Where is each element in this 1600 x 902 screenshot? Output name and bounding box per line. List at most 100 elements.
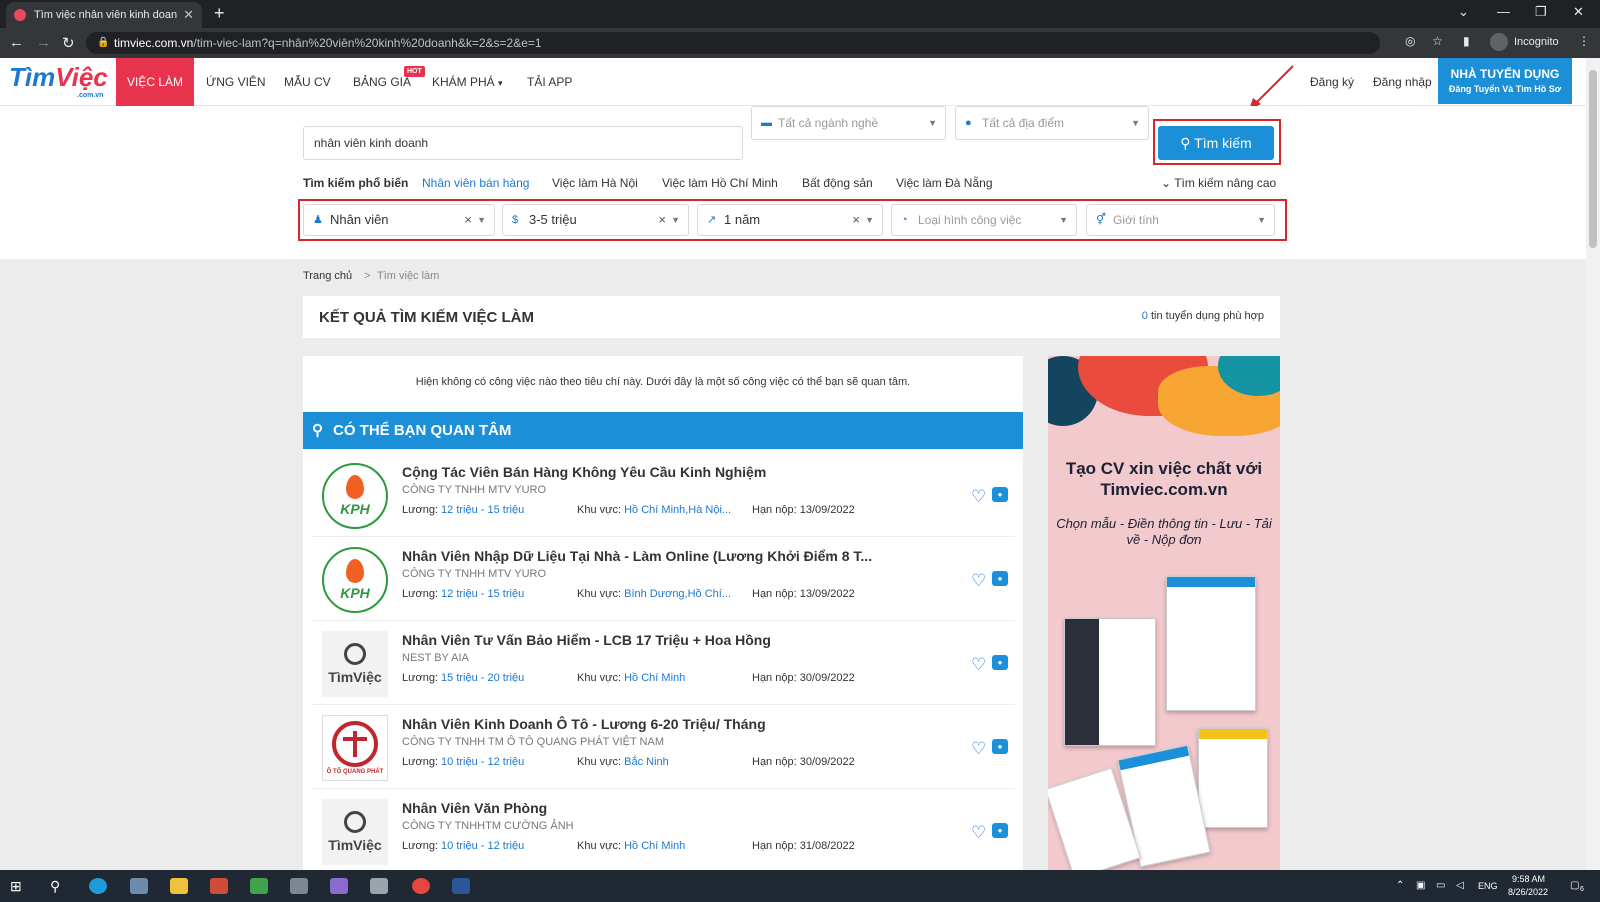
- job-title[interactable]: Nhân Viên Kinh Doanh Ô Tô - Lương 6-20 T…: [402, 716, 766, 732]
- clear-icon[interactable]: ×: [658, 205, 666, 235]
- job-title[interactable]: Cộng Tác Viên Bán Hàng Không Yêu Cầu Kin…: [402, 464, 766, 480]
- bookmark-star-icon[interactable]: ☆: [1432, 34, 1443, 48]
- chrome-icon[interactable]: [412, 878, 430, 894]
- notifications-icon[interactable]: ▢: [1570, 880, 1579, 891]
- nav-kham-pha[interactable]: KHÁM PHÁ ▾: [432, 58, 503, 106]
- restore-icon[interactable]: ❐: [1535, 4, 1547, 20]
- nav-viec-lam[interactable]: VIỆC LÀM: [116, 58, 194, 106]
- company-logo[interactable]: KPH: [322, 547, 388, 613]
- new-tab-icon[interactable]: +: [214, 3, 225, 24]
- job-title[interactable]: Nhân Viên Tư Vấn Bảo Hiểm - LCB 17 Triệu…: [402, 632, 771, 648]
- employer-button[interactable]: NHÀ TUYỂN DỤNG Đăng Tuyển Và Tìm Hồ Sơ: [1438, 58, 1572, 104]
- heart-icon[interactable]: ♡: [971, 823, 986, 843]
- heart-icon[interactable]: ♡: [971, 655, 986, 675]
- area-value: Hồ Chí Minh: [624, 672, 686, 684]
- chat-icon[interactable]: ●: [992, 487, 1008, 502]
- word-icon[interactable]: [452, 878, 470, 894]
- job-title[interactable]: Nhân Viên Văn Phòng: [402, 800, 547, 816]
- edge-icon[interactable]: [89, 878, 107, 894]
- app-icon[interactable]: [370, 878, 388, 894]
- page-scrollbar[interactable]: [1586, 58, 1600, 870]
- popular-link-4[interactable]: Bất động sản: [802, 176, 873, 190]
- job-company[interactable]: CÔNG TY TNHH MTV YURO: [402, 484, 546, 496]
- job-title[interactable]: Nhân Viên Nhập Dữ Liệu Tại Nhà - Làm Onl…: [402, 548, 872, 564]
- job-company[interactable]: NEST BY AIA: [402, 652, 469, 664]
- job-card[interactable]: KPH Cộng Tác Viên Bán Hàng Không Yêu Cầu…: [311, 453, 1015, 537]
- level-filter[interactable]: ♟ Nhân viên × ▼: [303, 204, 495, 236]
- breadcrumb-home[interactable]: Trang chủ: [303, 270, 352, 282]
- login-link[interactable]: Đăng nhập: [1373, 58, 1432, 106]
- minimize-icon[interactable]: —: [1497, 4, 1510, 19]
- volume-icon[interactable]: ◁: [1456, 880, 1464, 891]
- heart-icon[interactable]: ♡: [971, 487, 986, 507]
- language-indicator[interactable]: ENG: [1478, 881, 1498, 891]
- clear-icon[interactable]: ×: [852, 205, 860, 235]
- nav-ung-vien[interactable]: ỨNG VIÊN: [206, 58, 266, 106]
- close-tab-icon[interactable]: ✕: [183, 7, 194, 23]
- side-panel-icon[interactable]: ▮: [1463, 34, 1470, 48]
- app-icon[interactable]: [250, 878, 268, 894]
- network-icon[interactable]: ▭: [1436, 880, 1445, 891]
- salary-filter[interactable]: $ 3-5 triệu × ▼: [502, 204, 689, 236]
- chat-icon[interactable]: ●: [992, 823, 1008, 838]
- popular-link-2[interactable]: Việc làm Hà Nội: [552, 176, 638, 190]
- tray-chevron-icon[interactable]: ⌃: [1396, 880, 1404, 891]
- back-icon[interactable]: ←: [9, 34, 24, 51]
- caret-down-icon: ▼: [1059, 215, 1068, 225]
- browser-menu-icon[interactable]: ⋮: [1578, 34, 1590, 48]
- chat-icon[interactable]: ●: [992, 739, 1008, 754]
- nav-bang-gia[interactable]: BẢNG GIÁ: [353, 58, 411, 106]
- heart-icon[interactable]: ♡: [971, 571, 986, 591]
- nav-mau-cv[interactable]: MẪU CV: [284, 58, 331, 106]
- location-select[interactable]: ● Tất cả địa điểm ▼: [955, 106, 1149, 140]
- chat-icon[interactable]: ●: [992, 655, 1008, 670]
- popular-link-3[interactable]: Việc làm Hồ Chí Minh: [662, 176, 778, 190]
- file-explorer-icon[interactable]: [170, 878, 188, 894]
- browser-tab[interactable]: Tìm việc nhân viên kinh doanh m ✕: [6, 2, 202, 28]
- company-logo[interactable]: TìmViệc: [322, 799, 388, 865]
- job-company[interactable]: CÔNG TY TNHH TM Ô TÔ QUANG PHÁT VIỆT NAM: [402, 736, 664, 748]
- no-results-notice: Hiện không có công việc nào theo tiêu ch…: [415, 376, 911, 388]
- eye-off-icon[interactable]: ◎: [1405, 34, 1415, 48]
- gender-filter[interactable]: ⚥ Giới tính ▼: [1086, 204, 1275, 236]
- clock-time[interactable]: 9:58 AM: [1512, 874, 1545, 884]
- reload-icon[interactable]: ↻: [62, 34, 75, 52]
- nav-tai-app[interactable]: TẢI APP: [527, 58, 572, 106]
- scrollbar-thumb[interactable]: [1589, 70, 1597, 248]
- chat-icon[interactable]: ●: [992, 571, 1008, 586]
- tray-icon[interactable]: ▣: [1416, 880, 1425, 891]
- company-logo[interactable]: KPH: [322, 463, 388, 529]
- job-card[interactable]: KPH Nhân Viên Nhập Dữ Liệu Tại Nhà - Làm…: [311, 537, 1015, 621]
- company-logo[interactable]: TìmViệc: [322, 631, 388, 697]
- app-icon[interactable]: [130, 878, 148, 894]
- clear-icon[interactable]: ×: [464, 205, 472, 235]
- tab-search-icon[interactable]: ⌄: [1458, 4, 1469, 20]
- job-card[interactable]: Ô TÔ QUANG PHÁT Nhân Viên Kinh Doanh Ô T…: [311, 705, 1015, 789]
- site-logo[interactable]: TìmViệc .com.vn: [9, 62, 108, 99]
- keyword-input[interactable]: [303, 126, 743, 160]
- forward-icon[interactable]: →: [36, 34, 51, 51]
- clock-date[interactable]: 8/26/2022: [1508, 887, 1548, 897]
- app-icon[interactable]: [330, 878, 348, 894]
- app-icon[interactable]: [210, 878, 228, 894]
- taskbar-search-icon[interactable]: ⚲: [50, 878, 60, 895]
- heart-icon[interactable]: ♡: [971, 739, 986, 759]
- advanced-search-toggle[interactable]: ⌄ Tìm kiếm nâng cao: [1161, 176, 1276, 190]
- job-card[interactable]: TìmViệc Nhân Viên Văn Phòng CÔNG TY TNHH…: [311, 789, 1015, 870]
- job-company[interactable]: CÔNG TY TNHHTM CƯỜNG ẢNH: [402, 820, 574, 832]
- job-type-filter[interactable]: ◔ Loại hình công việc ▼: [891, 204, 1077, 236]
- popular-link-1[interactable]: Nhân viên bán hàng: [422, 176, 529, 190]
- calculator-icon[interactable]: [290, 878, 308, 894]
- company-logo[interactable]: Ô TÔ QUANG PHÁT: [322, 715, 388, 781]
- experience-filter[interactable]: ↗ 1 năm × ▼: [697, 204, 883, 236]
- job-company[interactable]: CÔNG TY TNHH MTV YURO: [402, 568, 546, 580]
- cv-ad-banner[interactable]: Tạo CV xin việc chất với Timviec.com.vn …: [1048, 356, 1280, 870]
- popular-link-5[interactable]: Việc làm Đà Nẵng: [896, 176, 993, 190]
- incognito-indicator[interactable]: Incognito: [1490, 33, 1559, 51]
- job-card[interactable]: TìmViệc Nhân Viên Tư Vấn Bảo Hiểm - LCB …: [311, 621, 1015, 705]
- windows-start-icon[interactable]: ⊞: [10, 878, 22, 895]
- industry-select[interactable]: ▬ Tất cả ngành nghề ▼: [751, 106, 946, 140]
- register-link[interactable]: Đăng ký: [1310, 58, 1354, 106]
- close-window-icon[interactable]: ✕: [1573, 4, 1584, 20]
- address-bar[interactable]: 🔒 timviec.com.vn/tim-viec-lam?q=nhân%20v…: [86, 32, 1380, 54]
